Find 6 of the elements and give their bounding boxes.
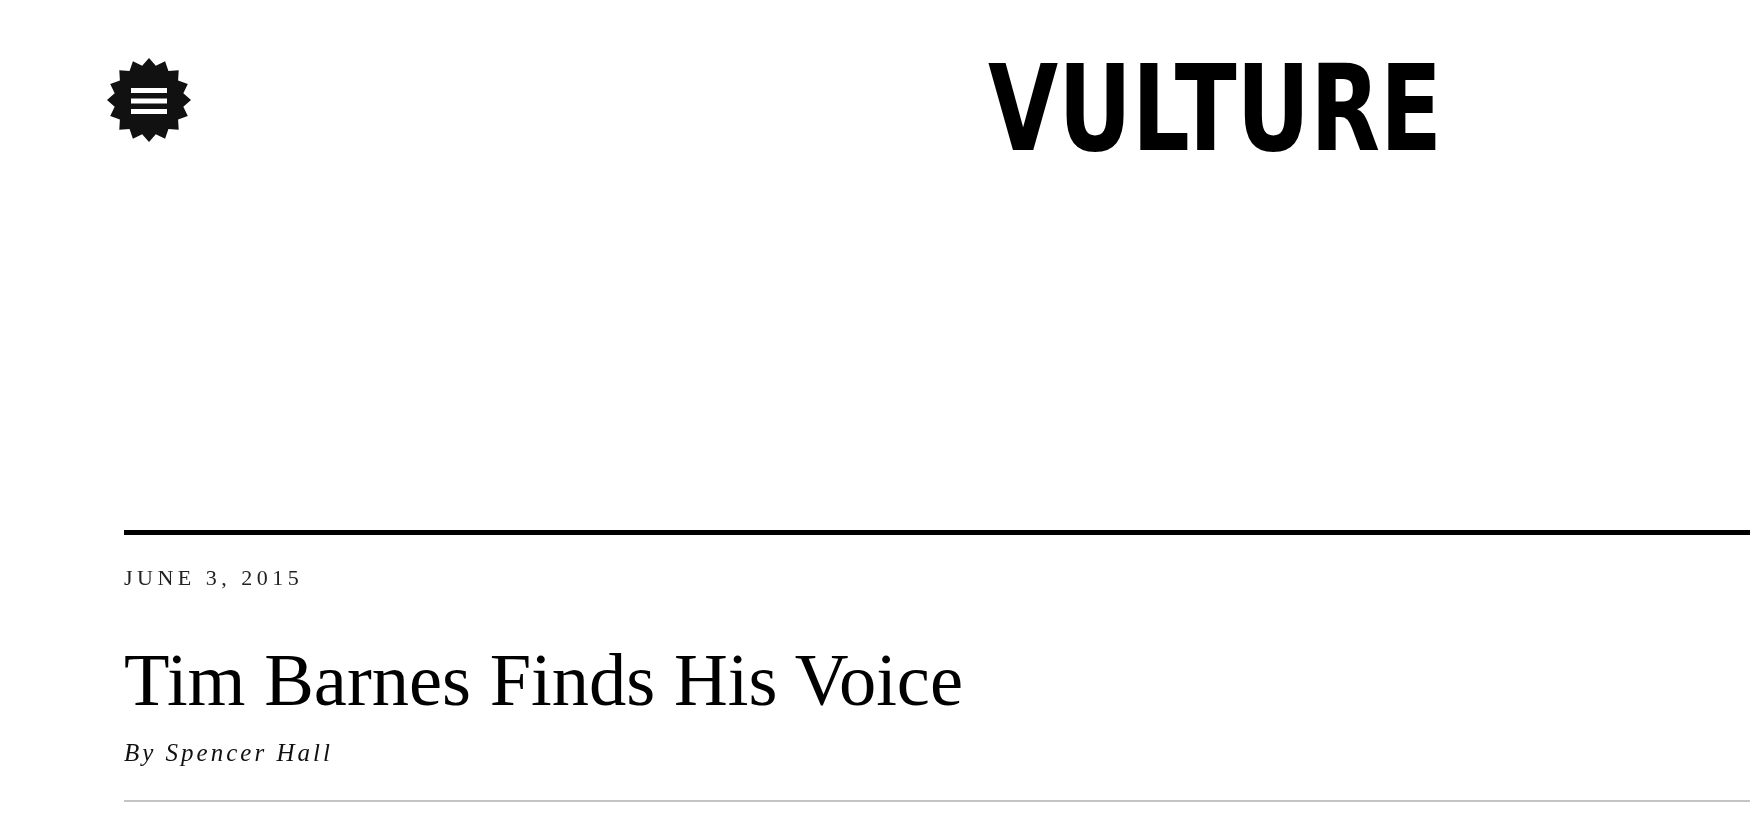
site-logo[interactable]: VULTURE: [988, 49, 1443, 169]
article-title: Tim Barnes Finds His Voice: [124, 643, 963, 718]
menu-button[interactable]: [107, 58, 191, 142]
menu-icon: [107, 58, 191, 142]
article-byline: By Spencer Hall: [124, 739, 333, 765]
article-date: JUNE 3, 2015: [124, 567, 304, 589]
